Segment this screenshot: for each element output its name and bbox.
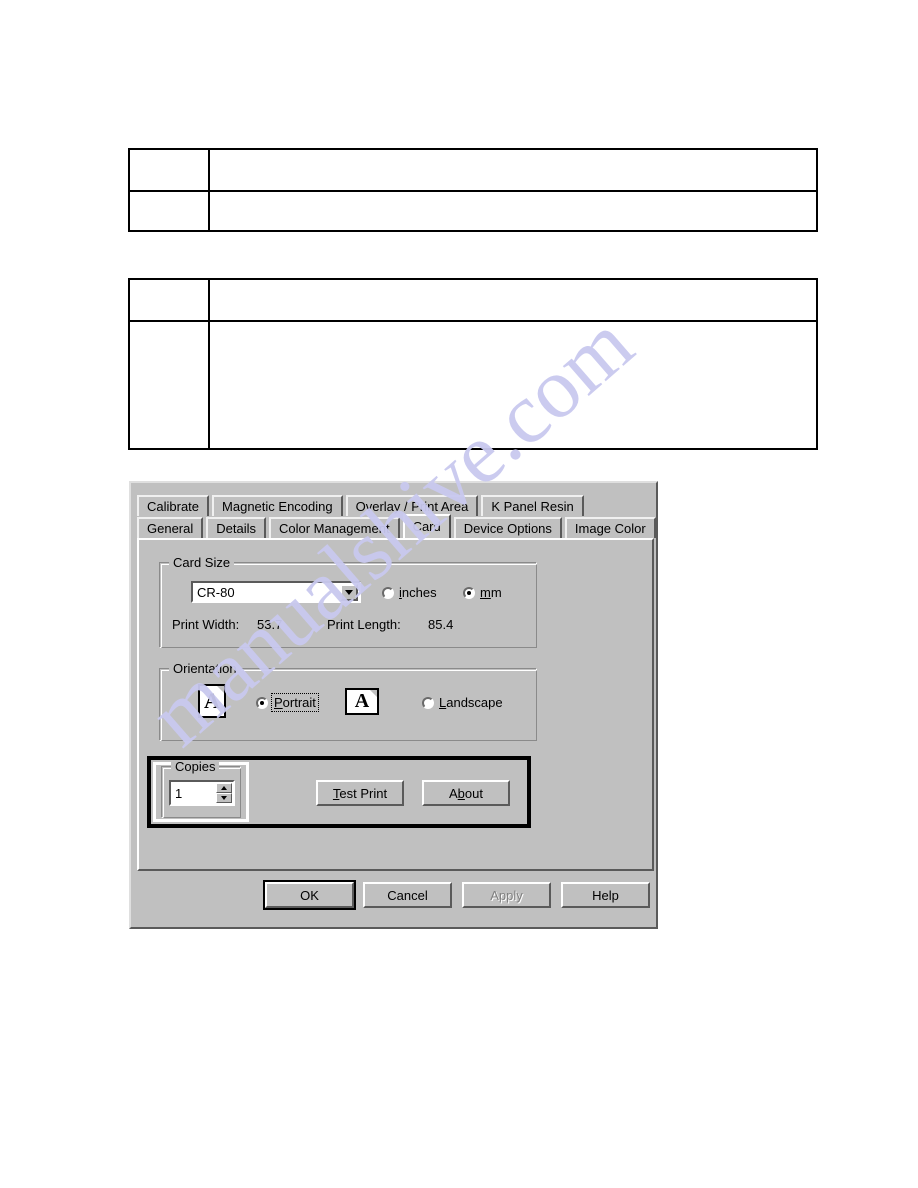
table-cell-content: [210, 192, 816, 230]
radio-units-mm-label: mm: [480, 585, 502, 600]
table-cell-label: [130, 322, 210, 448]
radio-units-inches-label: inches: [399, 585, 437, 600]
page-landscape-icon-glyph: A: [354, 690, 370, 712]
radio-orientation-portrait-label: Portrait: [271, 693, 319, 712]
document-table-2: [128, 278, 818, 450]
group-card-size-title: Card Size: [169, 555, 235, 570]
apply-button: Apply: [462, 882, 551, 908]
table-row: [130, 280, 816, 320]
copies-spinner-buttons: [216, 782, 233, 804]
spinner-down-icon[interactable]: [216, 793, 232, 803]
table-cell-label: [130, 192, 210, 230]
group-copies-title: Copies: [171, 759, 220, 774]
tab-page-card: Card Size CR-80 inches mm Print Width: 5…: [137, 538, 654, 871]
table-cell-content: [210, 322, 816, 448]
table-cell-content: [210, 280, 816, 320]
tab-row-bottom: General Details Color Management Card De…: [137, 514, 656, 538]
radio-units-inches[interactable]: inches: [382, 585, 437, 600]
tab-magnetic-encoding[interactable]: Magnetic Encoding: [212, 495, 343, 516]
about-button[interactable]: About: [422, 780, 510, 806]
help-button[interactable]: Help: [561, 882, 650, 908]
printer-properties-dialog: Calibrate Magnetic Encoding Overlay / Pr…: [129, 481, 658, 929]
table-cell-label: [130, 150, 210, 190]
radio-indicator: [256, 696, 268, 709]
radio-indicator: [422, 696, 434, 709]
group-orientation: Orientation A Portrait A Landscape: [159, 661, 537, 741]
table-cell-label: [130, 280, 210, 320]
chevron-down-icon[interactable]: [340, 583, 358, 601]
tab-image-color[interactable]: Image Color: [564, 517, 656, 538]
tab-card[interactable]: Card: [402, 514, 451, 538]
tab-row-top: Calibrate Magnetic Encoding Overlay / Pr…: [137, 493, 656, 516]
document-table-1: [128, 148, 818, 232]
about-button-label-rest: out: [464, 785, 483, 801]
group-orientation-title: Orientation: [169, 661, 241, 676]
tab-calibrate[interactable]: Calibrate: [137, 495, 210, 516]
table-cell-content: [210, 150, 816, 190]
tab-k-panel-resin[interactable]: K Panel Resin: [481, 495, 584, 516]
card-size-combobox[interactable]: CR-80: [191, 581, 361, 603]
print-length-label: Print Length:: [327, 617, 401, 632]
radio-indicator: [463, 586, 475, 599]
page-portrait-icon-glyph: A: [204, 688, 220, 713]
cancel-button[interactable]: Cancel: [363, 882, 452, 908]
page-landscape-icon: A: [345, 688, 379, 715]
test-print-button[interactable]: Test Print: [316, 780, 404, 806]
tab-color-management[interactable]: Color Management: [269, 517, 400, 538]
table-row: [130, 150, 816, 190]
copies-spinner[interactable]: 1: [169, 780, 235, 806]
radio-orientation-landscape[interactable]: Landscape: [422, 695, 503, 710]
group-card-size: Card Size CR-80 inches mm Print Width: 5…: [159, 555, 537, 648]
print-length-value: 85.4: [428, 617, 454, 632]
tab-device-options[interactable]: Device Options: [453, 517, 562, 538]
table-row: [130, 320, 816, 448]
radio-orientation-landscape-label: Landscape: [439, 695, 503, 710]
radio-orientation-portrait[interactable]: Portrait: [256, 693, 319, 712]
print-width-label: Print Width:: [172, 617, 240, 632]
radio-units-mm[interactable]: mm: [463, 585, 502, 600]
copies-value: 1: [175, 785, 183, 801]
card-size-value: CR-80: [197, 584, 235, 600]
spinner-up-icon[interactable]: [216, 783, 232, 793]
tab-strip: Calibrate Magnetic Encoding Overlay / Pr…: [137, 493, 656, 539]
table-row: [130, 190, 816, 230]
test-print-button-label-rest: est Print: [339, 785, 388, 801]
ok-button[interactable]: OK: [265, 882, 354, 908]
print-width-value: 53.7: [257, 617, 283, 632]
tab-details[interactable]: Details: [206, 517, 266, 538]
page-portrait-icon: A: [198, 684, 226, 718]
radio-indicator: [382, 586, 394, 599]
tab-overlay-print-area[interactable]: Overlay / Print Area: [345, 495, 479, 516]
tab-general[interactable]: General: [137, 517, 204, 538]
